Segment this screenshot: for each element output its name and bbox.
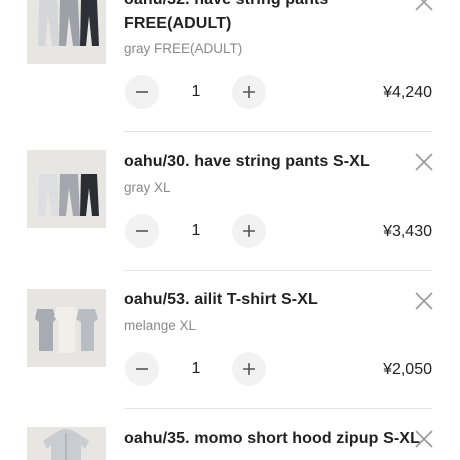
pants-photo	[27, 0, 106, 64]
decrease-quantity-button[interactable]	[125, 214, 159, 248]
item-price: ¥2,050	[383, 361, 432, 378]
increase-quantity-button[interactable]	[232, 75, 266, 109]
item-price: ¥3,430	[383, 223, 432, 240]
increase-quantity-button[interactable]	[232, 352, 266, 386]
product-thumbnail[interactable]	[27, 427, 106, 460]
close-icon	[415, 292, 433, 310]
minus-icon	[136, 91, 148, 93]
close-icon	[415, 153, 433, 171]
product-name[interactable]: oahu/32. have string pants	[124, 0, 414, 12]
product-variant: gray XL	[124, 180, 171, 195]
quantity-value: 1	[191, 360, 201, 377]
remove-item-button[interactable]	[414, 0, 434, 12]
plus-icon	[243, 225, 255, 237]
shirts-photo	[27, 289, 106, 367]
close-icon	[415, 430, 433, 448]
product-name[interactable]: oahu/30. have string pants S-XL	[124, 150, 414, 174]
plus-icon	[243, 363, 255, 375]
product-thumbnail[interactable]	[27, 0, 106, 64]
remove-item-button[interactable]	[414, 152, 434, 172]
close-icon	[415, 0, 433, 11]
product-variant: melange XL	[124, 318, 197, 333]
item-divider	[124, 131, 432, 132]
decrease-quantity-button[interactable]	[125, 75, 159, 109]
remove-item-button[interactable]	[414, 429, 434, 449]
hoodie-photo	[27, 427, 106, 460]
pants-photo	[27, 150, 106, 228]
product-name[interactable]: oahu/53. ailit T-shirt S-XL	[124, 288, 414, 312]
product-variant: gray FREE(ADULT)	[124, 41, 243, 56]
item-divider	[124, 408, 432, 409]
item-price: ¥4,240	[383, 84, 432, 101]
item-divider	[124, 270, 432, 271]
quantity-value: 1	[191, 222, 201, 239]
remove-item-button[interactable]	[414, 291, 434, 311]
product-name-line2[interactable]: FREE(ADULT)	[124, 12, 414, 36]
decrease-quantity-button[interactable]	[125, 352, 159, 386]
quantity-value: 1	[191, 83, 201, 100]
product-name[interactable]: oahu/35. momo short hood zipup S-XL	[124, 427, 420, 451]
minus-icon	[136, 368, 148, 370]
product-thumbnail[interactable]	[27, 150, 106, 228]
increase-quantity-button[interactable]	[232, 214, 266, 248]
minus-icon	[136, 230, 148, 232]
product-thumbnail[interactable]	[27, 289, 106, 367]
plus-icon	[243, 86, 255, 98]
